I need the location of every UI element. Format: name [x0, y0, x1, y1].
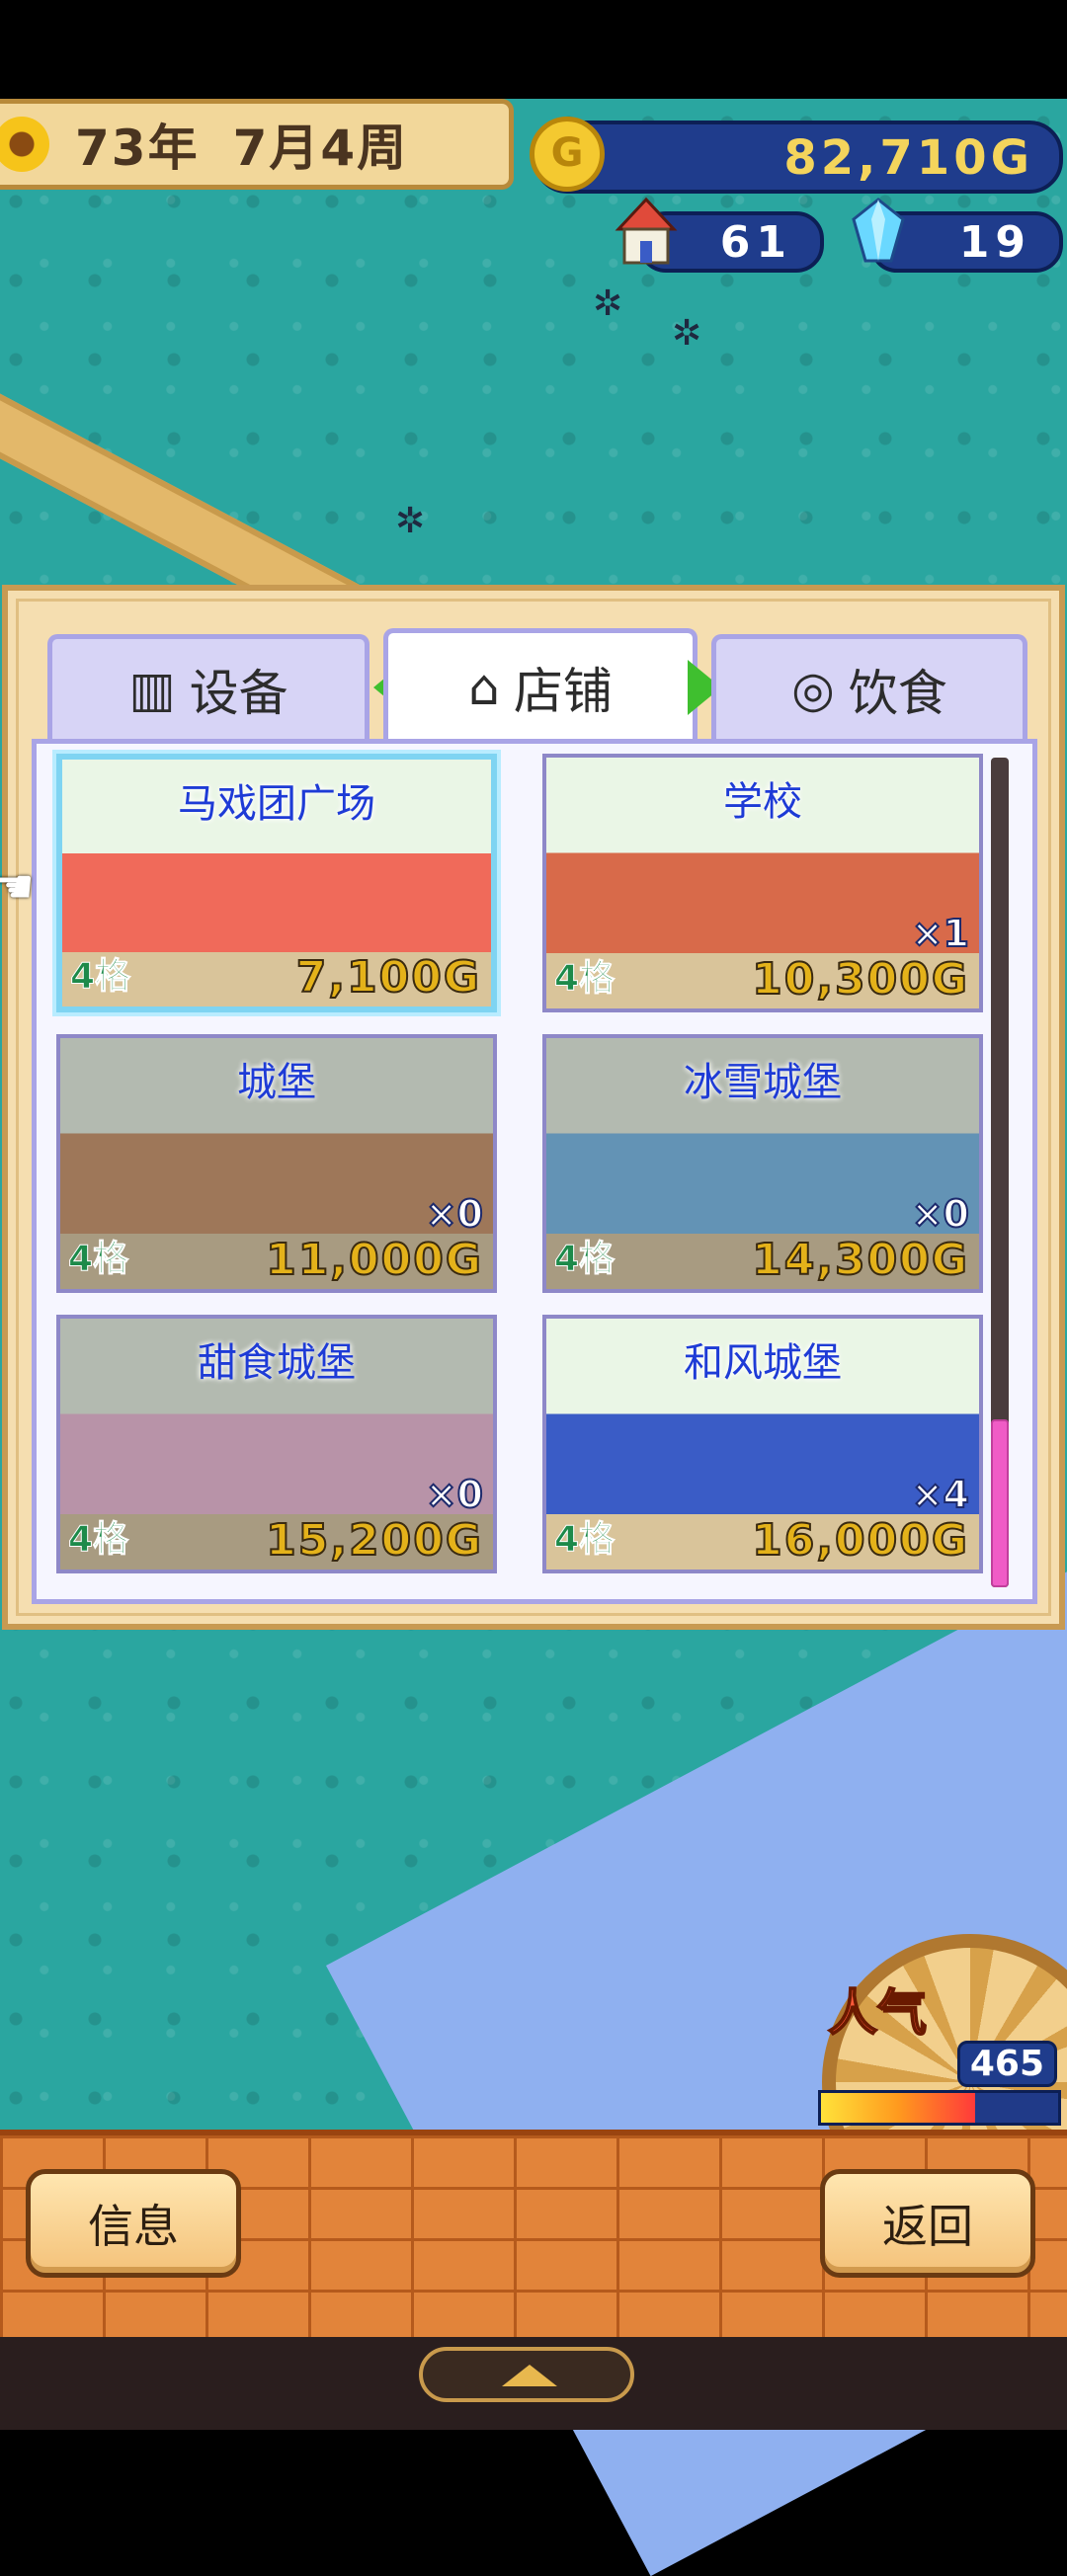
- building-card[interactable]: 冰雪城堡 4格 14,300G ×0: [542, 1034, 983, 1293]
- building-card[interactable]: 甜食城堡 4格 15,200G ×0: [56, 1315, 497, 1573]
- tab-label: 饮食: [848, 664, 947, 722]
- building-card[interactable]: 城堡 4格 11,000G ×0: [56, 1034, 497, 1293]
- houses-value: 61: [719, 217, 792, 268]
- building-size: 4格: [553, 958, 616, 1000]
- building-price: 10,300G: [751, 953, 969, 1006]
- scrollbar[interactable]: [991, 758, 1009, 1587]
- building-size: 4格: [69, 956, 131, 998]
- popularity-value: 465: [956, 2041, 1057, 2087]
- house-icon: [615, 197, 678, 265]
- month-week-text: 7月4周: [232, 120, 409, 177]
- owned-count: ×0: [911, 1191, 970, 1237]
- tab-label: 设备: [189, 664, 288, 722]
- shop-icon: ⌂: [468, 658, 500, 716]
- navigation-bar: [0, 2337, 1067, 2430]
- building-price: 11,000G: [265, 1234, 483, 1286]
- year-text: 73年: [75, 120, 200, 177]
- expand-handle[interactable]: [419, 2347, 634, 2402]
- bottom-bar: 信息 返回: [0, 2130, 1067, 2343]
- tab-equipment[interactable]: ▥ 设备: [47, 634, 369, 739]
- building-name: 冰雪城堡: [684, 1060, 842, 1105]
- tab-shop[interactable]: ⌂ 店铺: [383, 628, 698, 741]
- building-name: 甜食城堡: [198, 1340, 356, 1386]
- building-size: 4格: [553, 1519, 616, 1561]
- building-price: 15,200G: [265, 1514, 483, 1567]
- popularity-bar-fill: [821, 2093, 975, 2123]
- crystal-icon: [852, 198, 905, 263]
- owned-count: ×4: [911, 1472, 970, 1517]
- arrow-up-icon: [502, 2365, 557, 2386]
- building-price: 7,100G: [295, 951, 481, 1004]
- sunflower-icon: [0, 117, 49, 172]
- crystals-panel: 19: [852, 198, 1063, 273]
- popularity-bar: [818, 2090, 1061, 2126]
- building-price: 16,000G: [751, 1514, 969, 1567]
- building-name: 马戏团广场: [178, 781, 375, 827]
- food-icon: ◎: [791, 660, 835, 718]
- building-list[interactable]: 马戏团广场 4格 7,100G 学校 4格 10,300G ×1 城堡 4格 11,000G ×0 冰…: [32, 739, 1037, 1604]
- gold-value: 82,710G: [783, 130, 1033, 186]
- building-name: 和风城堡: [684, 1340, 842, 1386]
- building-name: 学校: [723, 779, 802, 825]
- houses-panel: 61: [615, 197, 824, 273]
- owned-count: ×0: [425, 1191, 484, 1237]
- info-button[interactable]: 信息: [26, 2169, 241, 2278]
- dead-tree: ✲: [672, 313, 702, 354]
- back-button[interactable]: 返回: [820, 2169, 1035, 2278]
- owned-count: ×0: [425, 1472, 484, 1517]
- coin-icon: G: [530, 117, 605, 192]
- popularity-label: 人气: [827, 1983, 928, 2043]
- building-price: 14,300G: [751, 1234, 969, 1286]
- scrollbar-thumb[interactable]: [991, 1419, 1009, 1587]
- building-card[interactable]: 和风城堡 4格 16,000G ×4: [542, 1315, 983, 1573]
- dead-tree: ✲: [395, 501, 426, 541]
- build-panel: ▥ 设备 ⌂ 店铺 ◎ 饮食 马戏团广场 4格 7,100G 学校 4格 10,300G ×…: [2, 585, 1065, 1630]
- pointing-hand-icon: ☚: [0, 859, 36, 915]
- building-size: 4格: [553, 1239, 616, 1280]
- building-name: 城堡: [237, 1060, 316, 1105]
- owned-count: ×1: [911, 911, 970, 956]
- category-tabs: ▥ 设备 ⌂ 店铺 ◎ 饮食: [47, 628, 1027, 741]
- building-size: 4格: [67, 1239, 129, 1280]
- status-bar: [0, 0, 1067, 99]
- fence-icon: ▥: [128, 660, 176, 718]
- gold-panel: G 82,710G: [530, 117, 1063, 194]
- building-size: 4格: [67, 1519, 129, 1561]
- crystals-value: 19: [958, 217, 1031, 268]
- popularity-gauge: 人气 465: [812, 1934, 1067, 2230]
- dead-tree: ✲: [593, 283, 623, 324]
- tab-label: 店铺: [513, 662, 613, 720]
- building-card[interactable]: 马戏团广场 4格 7,100G: [52, 750, 501, 1016]
- tab-food[interactable]: ◎ 饮食: [711, 634, 1027, 739]
- building-card[interactable]: 学校 4格 10,300G ×1: [542, 754, 983, 1012]
- date-panel: 73年 7月4周: [0, 99, 514, 190]
